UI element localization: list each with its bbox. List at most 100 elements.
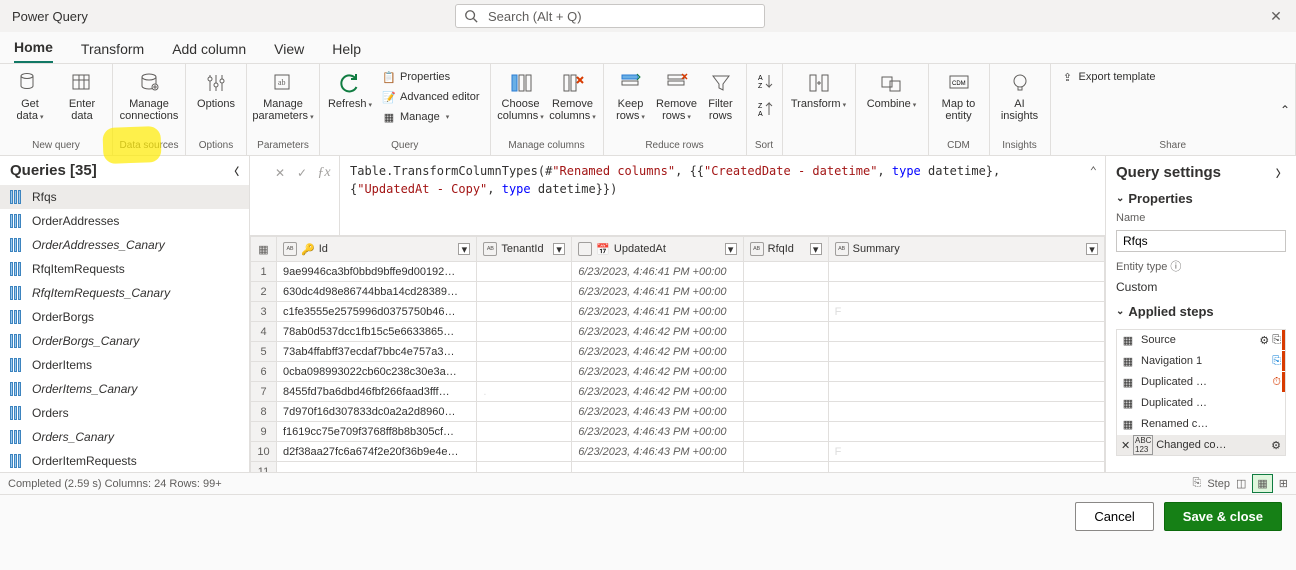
- type-icon[interactable]: ᴬᴮ: [750, 242, 764, 256]
- gear-icon[interactable]: ⚙: [1271, 439, 1281, 452]
- type-icon[interactable]: ᴬᴮ: [483, 242, 497, 256]
- table-row[interactable]: 19ae9946ca3bf0bbd9bffe9d00192…6/23/2023,…: [251, 262, 1105, 282]
- table-row[interactable]: 78455fd7ba6dbd46fbf266faad3fff….6/23/202…: [251, 382, 1105, 402]
- table-row[interactable]: 573ab4ffabff37ecdaf7bbc4e757a3…6/23/2023…: [251, 342, 1105, 362]
- map-entity-button[interactable]: CDMMap to entity: [935, 68, 983, 124]
- sort-asc-button[interactable]: AZ: [753, 68, 779, 94]
- column-header[interactable]: ᴬᴮSummary▾: [828, 237, 1104, 262]
- collapse-queries-button[interactable]: 〈: [229, 163, 239, 178]
- tab-add-column[interactable]: Add column: [172, 41, 246, 63]
- remove-rows-button[interactable]: Remove rows: [656, 68, 698, 126]
- table-row[interactable]: 87d970f16d307833dc0a2a2d8960…6/23/2023, …: [251, 402, 1105, 422]
- ribbon-collapse-button[interactable]: ⌃: [1280, 103, 1290, 117]
- column-header[interactable]: ᴬᴮTenantId▾: [477, 237, 572, 262]
- filter-dropdown[interactable]: ▾: [725, 243, 737, 255]
- properties-button[interactable]: 📋Properties: [378, 68, 484, 86]
- query-item[interactable]: OrderItems: [0, 353, 249, 377]
- popout-icon[interactable]: ⎘: [1272, 334, 1281, 347]
- column-header[interactable]: ᴬᴮ🔑Id▾: [277, 237, 477, 262]
- filter-dropdown[interactable]: ▾: [1086, 243, 1098, 255]
- transform-button[interactable]: Transform: [789, 68, 849, 114]
- applied-step[interactable]: ▦Source⚙⎘: [1117, 330, 1285, 350]
- column-header[interactable]: ᴬᴮRfqId▾: [743, 237, 828, 262]
- close-button[interactable]: ✕: [1264, 4, 1288, 28]
- tab-home[interactable]: Home: [14, 39, 53, 63]
- tab-help[interactable]: Help: [332, 41, 361, 63]
- formula-collapse-button[interactable]: ⌃: [1090, 162, 1097, 180]
- formula-text[interactable]: Table.TransformColumnTypes(#"Renamed col…: [340, 156, 1105, 235]
- filter-rows-button[interactable]: Filter rows: [702, 68, 740, 124]
- filter-dropdown[interactable]: ▾: [810, 243, 822, 255]
- manage-parameters-button[interactable]: ab Manage parameters: [253, 68, 313, 126]
- formula-commit-button[interactable]: ✓: [293, 164, 311, 182]
- fx-icon[interactable]: ƒx: [315, 164, 333, 182]
- choose-columns-button[interactable]: Choose columns: [497, 68, 545, 126]
- applied-steps-section[interactable]: ⌄Applied steps: [1116, 304, 1286, 319]
- corner-cell[interactable]: ▦: [251, 237, 277, 262]
- tab-transform[interactable]: Transform: [81, 41, 144, 63]
- query-item[interactable]: OrderItems_Canary: [0, 377, 249, 401]
- query-item[interactable]: RfqItemRequests_Canary: [0, 281, 249, 305]
- applied-step[interactable]: ▦Renamed c…: [1117, 414, 1285, 434]
- query-item[interactable]: OrderBorgs_Canary: [0, 329, 249, 353]
- rgroup-combine: Combine: [856, 64, 929, 155]
- query-item[interactable]: Orders: [0, 401, 249, 425]
- ai-insights-button[interactable]: AI insights: [996, 68, 1044, 124]
- query-item[interactable]: Rfqs: [0, 185, 249, 209]
- manage-connections-button[interactable]: Manage connections: [119, 68, 179, 124]
- sort-desc-button[interactable]: ZA: [753, 96, 779, 122]
- keep-rows-button[interactable]: Keep rows: [610, 68, 652, 126]
- search-box[interactable]: Search (Alt + Q): [455, 4, 765, 28]
- query-item[interactable]: OrderBorgs: [0, 305, 249, 329]
- query-item[interactable]: Orders_Canary: [0, 425, 249, 449]
- popout-icon[interactable]: ⎘: [1272, 355, 1281, 368]
- data-grid[interactable]: ▦ᴬᴮ🔑Id▾ᴬᴮTenantId▾📅UpdatedAt▾ᴬᴮRfqId▾ᴬᴮS…: [250, 236, 1105, 472]
- options-button[interactable]: Options: [192, 68, 240, 112]
- collapse-settings-button[interactable]: 〉: [1276, 165, 1286, 180]
- get-data-button[interactable]: Get data: [6, 68, 54, 126]
- type-icon[interactable]: ᴬᴮ: [283, 242, 297, 256]
- queries-list[interactable]: RfqsOrderAddressesOrderAddresses_CanaryR…: [0, 185, 249, 472]
- save-close-button[interactable]: Save & close: [1164, 502, 1282, 531]
- step-nav-icon[interactable]: ⎘: [1193, 477, 1202, 490]
- type-icon[interactable]: ᴬᴮ: [835, 242, 849, 256]
- combine-button[interactable]: Combine: [862, 68, 922, 114]
- remove-columns-button[interactable]: Remove columns: [549, 68, 597, 126]
- column-header[interactable]: 📅UpdatedAt▾: [572, 237, 743, 262]
- table-row[interactable]: 2630dc4d98e86744bba14cd28389…6/23/2023, …: [251, 282, 1105, 302]
- query-name-input[interactable]: [1116, 230, 1286, 252]
- export-template-button[interactable]: ⇪Export template: [1057, 68, 1160, 86]
- diagram-view-button[interactable]: ◫: [1236, 477, 1246, 490]
- properties-section[interactable]: ⌄Properties: [1116, 191, 1286, 206]
- advanced-editor-button[interactable]: 📝Advanced editor: [378, 88, 484, 106]
- applied-step[interactable]: ▦Duplicated …: [1117, 393, 1285, 413]
- type-icon[interactable]: [578, 242, 592, 256]
- schema-view-button[interactable]: ⊞: [1279, 477, 1288, 490]
- delete-step-icon[interactable]: ✕: [1121, 439, 1130, 452]
- applied-step[interactable]: ✕ABC123Changed co…⚙: [1117, 435, 1285, 455]
- query-item[interactable]: OrderAddresses_Canary: [0, 233, 249, 257]
- cancel-button[interactable]: Cancel: [1075, 502, 1153, 531]
- rgroup-insights: AI insights Insights: [990, 64, 1051, 155]
- gear-icon[interactable]: ⚙: [1259, 334, 1269, 347]
- table-row[interactable]: 60cba098993022cb60c238c30e3a…6/23/2023, …: [251, 362, 1105, 382]
- manage-button[interactable]: ▦Manage: [378, 108, 484, 126]
- refresh-button[interactable]: Refresh: [326, 68, 374, 114]
- table-row[interactable]: 10d2f38aa27fc6a674f2e20f36b9e4e…6/23/202…: [251, 442, 1105, 462]
- grid-view-button[interactable]: ▦: [1252, 474, 1272, 493]
- query-item[interactable]: OrderAddresses: [0, 209, 249, 233]
- filter-dropdown[interactable]: ▾: [458, 243, 470, 255]
- query-item[interactable]: OrderItemRequests: [0, 449, 249, 472]
- filter-dropdown[interactable]: ▾: [553, 243, 565, 255]
- tab-view[interactable]: View: [274, 41, 304, 63]
- applied-step[interactable]: ▦Duplicated …⏱: [1117, 372, 1285, 392]
- table-row[interactable]: 11: [251, 462, 1105, 473]
- formula-cancel-button[interactable]: ✕: [271, 164, 289, 182]
- table-row[interactable]: 9f1619cc75e709f3768ff8b8b305cf…6/23/2023…: [251, 422, 1105, 442]
- table-row[interactable]: 3c1fe3555e2575996d0375750b46…6/23/2023, …: [251, 302, 1105, 322]
- applied-step[interactable]: ▦Navigation 1⎘: [1117, 351, 1285, 371]
- enter-data-button[interactable]: Enter data: [58, 68, 106, 124]
- table-row[interactable]: 478ab0d537dcc1fb15c5e6633865…6/23/2023, …: [251, 322, 1105, 342]
- query-item[interactable]: RfqItemRequests: [0, 257, 249, 281]
- refresh-icon: [337, 70, 363, 96]
